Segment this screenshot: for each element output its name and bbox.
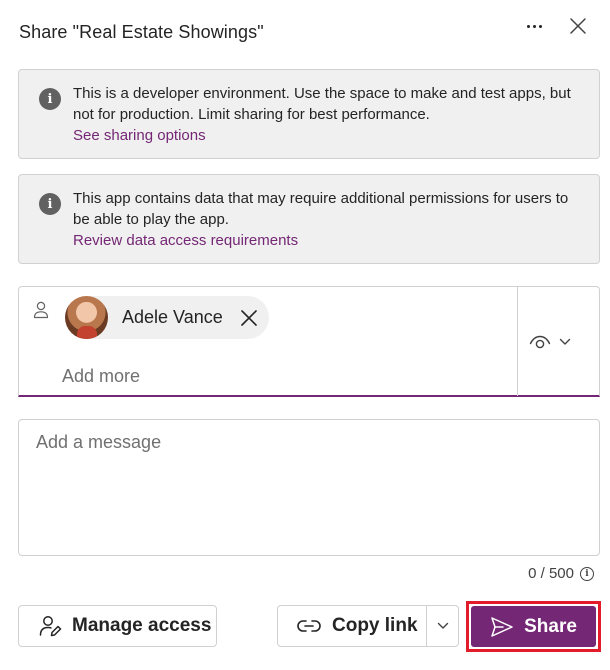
more-options-button[interactable] bbox=[518, 12, 550, 40]
review-data-access-link[interactable]: Review data access requirements bbox=[73, 230, 298, 251]
close-button[interactable] bbox=[564, 12, 592, 40]
character-counter: 0 / 500 i bbox=[528, 565, 594, 582]
dialog-title: Share "Real Estate Showings" bbox=[19, 22, 264, 42]
add-more-input[interactable] bbox=[62, 363, 462, 389]
remove-person-button[interactable] bbox=[237, 306, 261, 330]
share-label: Share bbox=[524, 615, 577, 637]
person-icon bbox=[33, 301, 49, 319]
share-button[interactable]: Share bbox=[471, 606, 596, 647]
chevron-down-icon bbox=[559, 338, 571, 345]
copy-link-label: Copy link bbox=[332, 615, 418, 636]
share-dialog: Share "Real Estate Showings" i This is a… bbox=[0, 0, 610, 670]
copy-link-split-button: Copy link bbox=[277, 605, 459, 647]
info-icon[interactable]: i bbox=[580, 566, 594, 581]
notice-text: This is a developer environment. Use the… bbox=[73, 85, 571, 123]
people-picker[interactable]: Adele Vance bbox=[18, 286, 600, 397]
share-button-highlight: Share bbox=[466, 601, 601, 652]
info-icon: i bbox=[39, 193, 61, 215]
more-icon bbox=[526, 24, 542, 28]
link-icon bbox=[297, 620, 321, 632]
data-permissions-notice: i This app contains data that may requir… bbox=[18, 174, 600, 264]
person-edit-icon bbox=[39, 616, 62, 637]
chevron-down-icon bbox=[437, 622, 448, 629]
close-icon bbox=[240, 309, 257, 326]
info-icon: i bbox=[39, 88, 61, 110]
person-chip: Adele Vance bbox=[65, 296, 269, 339]
send-icon bbox=[491, 616, 513, 637]
close-icon bbox=[570, 18, 586, 34]
message-field[interactable] bbox=[18, 419, 600, 556]
manage-access-button[interactable]: Manage access bbox=[18, 605, 217, 647]
manage-access-label: Manage access bbox=[72, 615, 212, 636]
person-name: Adele Vance bbox=[122, 307, 223, 327]
see-sharing-options-link[interactable]: See sharing options bbox=[73, 125, 206, 146]
copy-link-options-button[interactable] bbox=[427, 606, 458, 646]
counter-text: 0 / 500 bbox=[528, 565, 574, 582]
message-input[interactable] bbox=[19, 420, 599, 555]
eye-icon bbox=[529, 335, 551, 349]
divider bbox=[517, 287, 518, 396]
permission-dropdown[interactable] bbox=[529, 329, 589, 355]
avatar bbox=[65, 296, 108, 339]
notice-text: This app contains data that may require … bbox=[73, 190, 569, 228]
developer-environment-notice: i This is a developer environment. Use t… bbox=[18, 69, 600, 159]
copy-link-button[interactable]: Copy link bbox=[278, 606, 428, 646]
